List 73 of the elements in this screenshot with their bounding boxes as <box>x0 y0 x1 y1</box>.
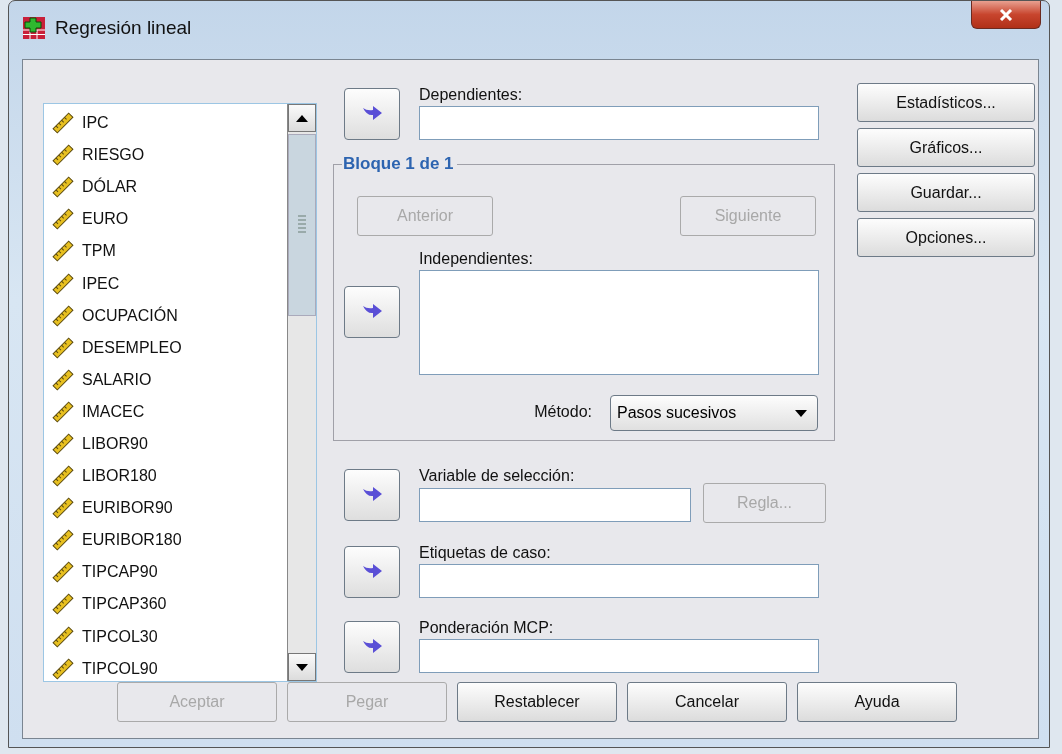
variable-name: TIPCAP90 <box>82 563 158 582</box>
move-button[interactable] <box>344 469 400 521</box>
caret-down-icon <box>795 409 807 417</box>
variable-name: EURIBOR180 <box>82 531 182 550</box>
grip-icon <box>298 215 306 235</box>
group-title: Bloque 1 de 1 <box>342 154 457 174</box>
move-button[interactable] <box>344 546 400 598</box>
dialog-button[interactable]: Guardar... <box>857 173 1035 212</box>
method-dropdown[interactable]: Pasos sucesivos <box>610 395 818 431</box>
case-labels-field[interactable] <box>419 564 819 598</box>
variable-item[interactable]: RIESGO <box>44 139 287 172</box>
variable-item[interactable]: TIPCOL30 <box>44 620 287 653</box>
scroll-up-icon <box>296 114 308 122</box>
variable-name: TPM <box>82 242 116 261</box>
variable-name: LIBOR90 <box>82 435 148 453</box>
variable-name: IMACEC <box>82 402 145 421</box>
variable-item[interactable]: OCUPACIÓN <box>44 299 287 332</box>
variable-name: LIBOR180 <box>82 467 157 486</box>
variable-item[interactable]: SALARIO <box>44 363 287 396</box>
variable-name: EURIBOR90 <box>82 499 173 518</box>
independents-list[interactable] <box>419 270 819 375</box>
scroll-down-icon <box>296 663 308 671</box>
variable-name: SALARIO <box>82 370 152 389</box>
field-label: Ponderación MCP: <box>419 619 555 637</box>
variable-item[interactable]: DESEMPLEO <box>44 331 287 364</box>
variable-name: RIESGO <box>82 146 145 165</box>
close-icon <box>999 8 1013 21</box>
variable-item[interactable]: IPC <box>44 107 287 140</box>
dependents-field[interactable] <box>419 106 819 140</box>
variable-item[interactable]: LIBOR90 <box>44 427 287 461</box>
variable-list[interactable]: IPC RIESGO DÓLAR EURO TPM IPEC OCUPACIÓN DESEMPLEO SALARIO IMACEC LIBOR90 LIBOR180 EURIBOR90 EURIBOR180 TIPCAP90 TIPCAP360 TIPCOL30 TIPCOL90 <box>43 103 317 682</box>
variable-item[interactable]: EURIBOR180 <box>44 524 287 557</box>
variable-item[interactable]: TIPCAP90 <box>44 556 287 589</box>
variable-name: DESEMPLEO <box>82 338 182 357</box>
dialog-button[interactable]: Cancelar <box>627 682 787 722</box>
scrollbar[interactable] <box>287 104 316 681</box>
variable-name: TIPCOL90 <box>82 659 158 678</box>
move-button[interactable] <box>344 621 400 673</box>
variable-item[interactable]: TPM <box>44 235 287 268</box>
move-button[interactable] <box>344 286 400 338</box>
method-label: Método: <box>534 403 592 421</box>
variable-name: IPC <box>82 114 109 133</box>
app-icon <box>23 17 45 39</box>
variable-name: EURO <box>82 210 129 229</box>
scroll-thumb[interactable] <box>288 134 316 316</box>
variable-item[interactable]: LIBOR180 <box>44 460 287 493</box>
dialog-button[interactable]: Ayuda <box>797 682 957 722</box>
weight-field[interactable] <box>419 639 819 673</box>
selection-variable-field[interactable] <box>419 488 691 522</box>
variable-name: TIPCAP360 <box>82 595 167 614</box>
variable-name: TIPCOL30 <box>82 627 158 646</box>
variable-item[interactable]: DÓLAR <box>44 171 287 204</box>
variable-item[interactable]: TIPCAP360 <box>44 588 287 621</box>
dialog-button[interactable]: Estadísticos... <box>857 83 1035 122</box>
variable-item[interactable]: TIPCOL90 <box>44 652 287 681</box>
field-label: Independientes: <box>419 250 534 268</box>
variable-name: OCUPACIÓN <box>82 306 178 325</box>
variable-item[interactable]: IMACEC <box>44 395 287 428</box>
field-label: Variable de selección: <box>419 467 576 485</box>
window-title: Regresión lineal <box>55 17 192 39</box>
field-label: Dependientes: <box>419 86 524 104</box>
field-label: Etiquetas de caso: <box>419 544 552 562</box>
variable-item[interactable]: EURO <box>44 203 287 236</box>
variable-item[interactable]: EURIBOR90 <box>44 492 287 525</box>
dialog-button[interactable]: Gráficos... <box>857 128 1035 167</box>
close-button[interactable] <box>971 1 1041 29</box>
variable-name: IPEC <box>82 274 120 293</box>
dropdown-value: Pasos sucesivos <box>617 404 737 422</box>
dialog-button[interactable]: Opciones... <box>857 218 1035 257</box>
dialog-button[interactable]: Restablecer <box>457 682 617 722</box>
variable-item[interactable]: IPEC <box>44 267 287 300</box>
variable-name: DÓLAR <box>82 178 138 197</box>
move-button[interactable] <box>344 88 400 140</box>
